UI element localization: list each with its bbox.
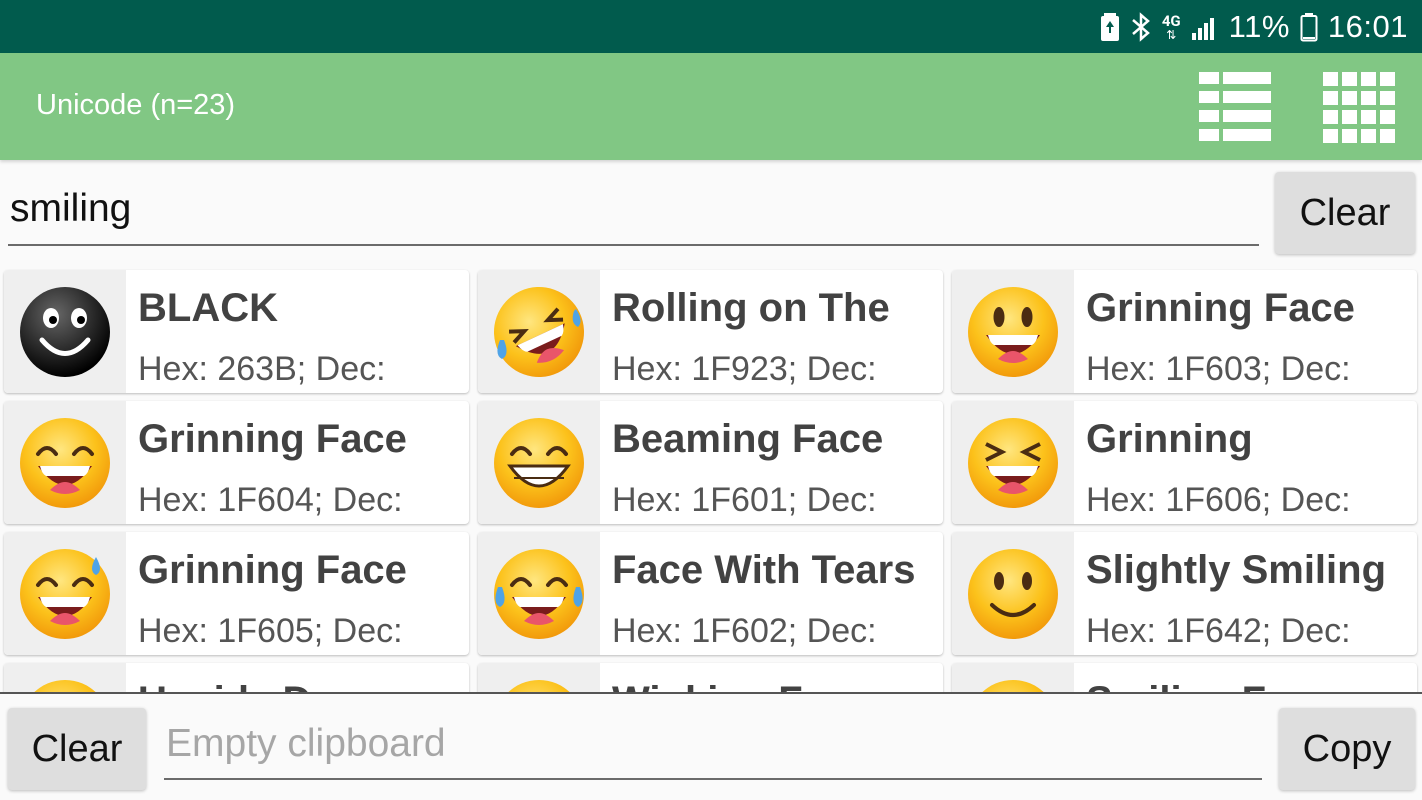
emoji-code: Hex: 1F603; Dec: bbox=[1086, 350, 1351, 388]
data-arrows-icon: ⇅ bbox=[1166, 27, 1177, 42]
emoji-name: Slightly Smiling bbox=[1086, 548, 1387, 592]
emoji-name: Face With Tears bbox=[612, 548, 916, 592]
grinning-smiling-eyes-icon bbox=[4, 401, 126, 524]
signal-icon bbox=[1191, 13, 1219, 41]
clipboard-clear-button[interactable]: Clear bbox=[8, 708, 146, 790]
network-label: 4G bbox=[1161, 11, 1181, 30]
results-grid[interactable]: BLACK Hex: 263B; Dec: Rolling on The Hex: 1… bbox=[0, 264, 1422, 692]
emoji-name: Beaming Face bbox=[612, 417, 884, 461]
beaming-icon bbox=[478, 401, 600, 524]
view-list-button[interactable] bbox=[1199, 71, 1271, 143]
partial-icon bbox=[4, 663, 126, 692]
partial-icon bbox=[478, 663, 600, 692]
emoji-card[interactable]: Upside Down bbox=[4, 663, 469, 692]
network-type: 4G ⇅ bbox=[1161, 11, 1181, 42]
emoji-name: Grinning bbox=[1086, 417, 1253, 461]
emoji-code: Hex: 1F642; Dec: bbox=[1086, 612, 1351, 650]
emoji-card[interactable]: Grinning Face Hex: 1F604; Dec: bbox=[4, 401, 469, 524]
rofl-icon bbox=[478, 270, 600, 393]
app-title: Unicode (n=23) bbox=[36, 89, 236, 121]
emoji-card[interactable]: BLACK Hex: 263B; Dec: bbox=[4, 270, 469, 393]
emoji-name: Rolling on The bbox=[612, 286, 890, 330]
battery-saver-icon bbox=[1100, 12, 1120, 42]
emoji-code: Hex: 1F605; Dec: bbox=[138, 612, 403, 650]
emoji-card[interactable]: Grinning Face Hex: 1F603; Dec: bbox=[952, 270, 1417, 393]
emoji-card[interactable]: Slightly Smiling Hex: 1F642; Dec: bbox=[952, 532, 1417, 655]
view-grid-button[interactable] bbox=[1323, 71, 1395, 143]
tears-of-joy-icon bbox=[478, 532, 600, 655]
battery-icon bbox=[1300, 12, 1318, 42]
clock: 16:01 bbox=[1327, 9, 1408, 44]
partial-icon bbox=[952, 663, 1074, 692]
grinning-big-eyes-icon bbox=[952, 270, 1074, 393]
app-bar: Unicode (n=23) bbox=[0, 53, 1422, 160]
emoji-name: Grinning Face bbox=[1086, 286, 1355, 330]
emoji-card[interactable]: Rolling on The Hex: 1F923; Dec: bbox=[478, 270, 943, 393]
emoji-code: Hex: 1F923; Dec: bbox=[612, 350, 877, 388]
view-list-icon bbox=[1199, 72, 1271, 141]
emoji-code: Hex: 263B; Dec: bbox=[138, 350, 386, 388]
emoji-code: Hex: 1F601; Dec: bbox=[612, 481, 877, 519]
clipboard-field[interactable] bbox=[164, 718, 1262, 780]
squinting-icon bbox=[952, 401, 1074, 524]
sweat-smile-icon bbox=[4, 532, 126, 655]
bluetooth-icon bbox=[1130, 11, 1152, 43]
emoji-card[interactable]: Beaming Face Hex: 1F601; Dec: bbox=[478, 401, 943, 524]
emoji-name: Smiling Face bbox=[1086, 679, 1333, 692]
clipboard-bar: Clear Copy bbox=[0, 692, 1422, 800]
black-smiling-face-icon bbox=[4, 270, 126, 393]
emoji-name: Upside Down bbox=[138, 679, 391, 692]
emoji-name: BLACK bbox=[138, 286, 278, 330]
copy-button[interactable]: Copy bbox=[1279, 708, 1415, 790]
emoji-name: Winking Face bbox=[612, 679, 869, 692]
emoji-code: Hex: 1F604; Dec: bbox=[138, 481, 403, 519]
emoji-code: Hex: 1F606; Dec: bbox=[1086, 481, 1351, 519]
emoji-card[interactable]: Face With Tears Hex: 1F602; Dec: bbox=[478, 532, 943, 655]
slightly-smiling-icon bbox=[952, 532, 1074, 655]
view-grid-icon bbox=[1323, 72, 1395, 143]
emoji-name: Grinning Face bbox=[138, 548, 407, 592]
status-icons: 4G ⇅ 11% 16:01 bbox=[1100, 8, 1408, 46]
app-root: 4G ⇅ 11% 16:01 Unicode (n=23) smiling Cl… bbox=[0, 0, 1422, 800]
status-bar: 4G ⇅ 11% 16:01 bbox=[0, 0, 1422, 53]
search-row: Clear bbox=[0, 160, 1422, 264]
emoji-code: Hex: 1F602; Dec: bbox=[612, 612, 877, 650]
emoji-name: Grinning Face bbox=[138, 417, 407, 461]
battery-percent: 11% bbox=[1228, 9, 1290, 44]
search-input[interactable] bbox=[8, 182, 1259, 246]
search-clear-button[interactable]: Clear bbox=[1275, 172, 1415, 254]
emoji-card[interactable]: Grinning Face Hex: 1F605; Dec: bbox=[4, 532, 469, 655]
emoji-card[interactable]: Smiling Face bbox=[952, 663, 1417, 692]
emoji-card[interactable]: Winking Face bbox=[478, 663, 943, 692]
emoji-card[interactable]: Grinning Hex: 1F606; Dec: bbox=[952, 401, 1417, 524]
